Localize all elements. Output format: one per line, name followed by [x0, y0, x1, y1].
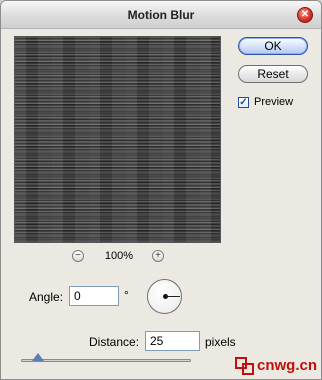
angle-unit: °: [124, 288, 129, 302]
distance-label: Distance:: [89, 335, 140, 349]
preview-checkbox[interactable]: ✓: [238, 97, 249, 108]
angle-dial-center: [163, 294, 168, 299]
watermark-logo-icon: [235, 357, 254, 375]
distance-slider[interactable]: [21, 359, 191, 362]
dialog-title: Motion Blur: [127, 8, 195, 22]
angle-dial[interactable]: [147, 279, 182, 314]
title-bar[interactable]: Motion Blur ✕: [1, 1, 321, 29]
distance-unit: pixels: [205, 335, 236, 349]
angle-label: Angle:: [29, 290, 64, 304]
zoom-out-button[interactable]: −: [72, 250, 84, 262]
zoom-level: 100%: [104, 250, 134, 262]
checkmark-icon: ✓: [239, 97, 248, 108]
angle-input[interactable]: 0: [69, 286, 119, 306]
preview-checkbox-label: Preview: [254, 96, 294, 108]
distance-input[interactable]: 25: [145, 331, 200, 351]
motion-blur-dialog: Motion Blur ✕ − 100% + OK Reset ✓ Previe…: [0, 0, 322, 380]
blur-preview[interactable]: [14, 36, 221, 243]
distance-slider-thumb[interactable]: [32, 353, 44, 361]
preview-texture: [15, 37, 220, 242]
watermark-text: cnwg.cn: [257, 357, 318, 374]
close-icon: ✕: [300, 9, 310, 20]
ok-button[interactable]: OK: [238, 37, 308, 55]
close-button[interactable]: ✕: [297, 7, 313, 23]
reset-button[interactable]: Reset: [238, 65, 308, 83]
zoom-in-button[interactable]: +: [152, 250, 164, 262]
